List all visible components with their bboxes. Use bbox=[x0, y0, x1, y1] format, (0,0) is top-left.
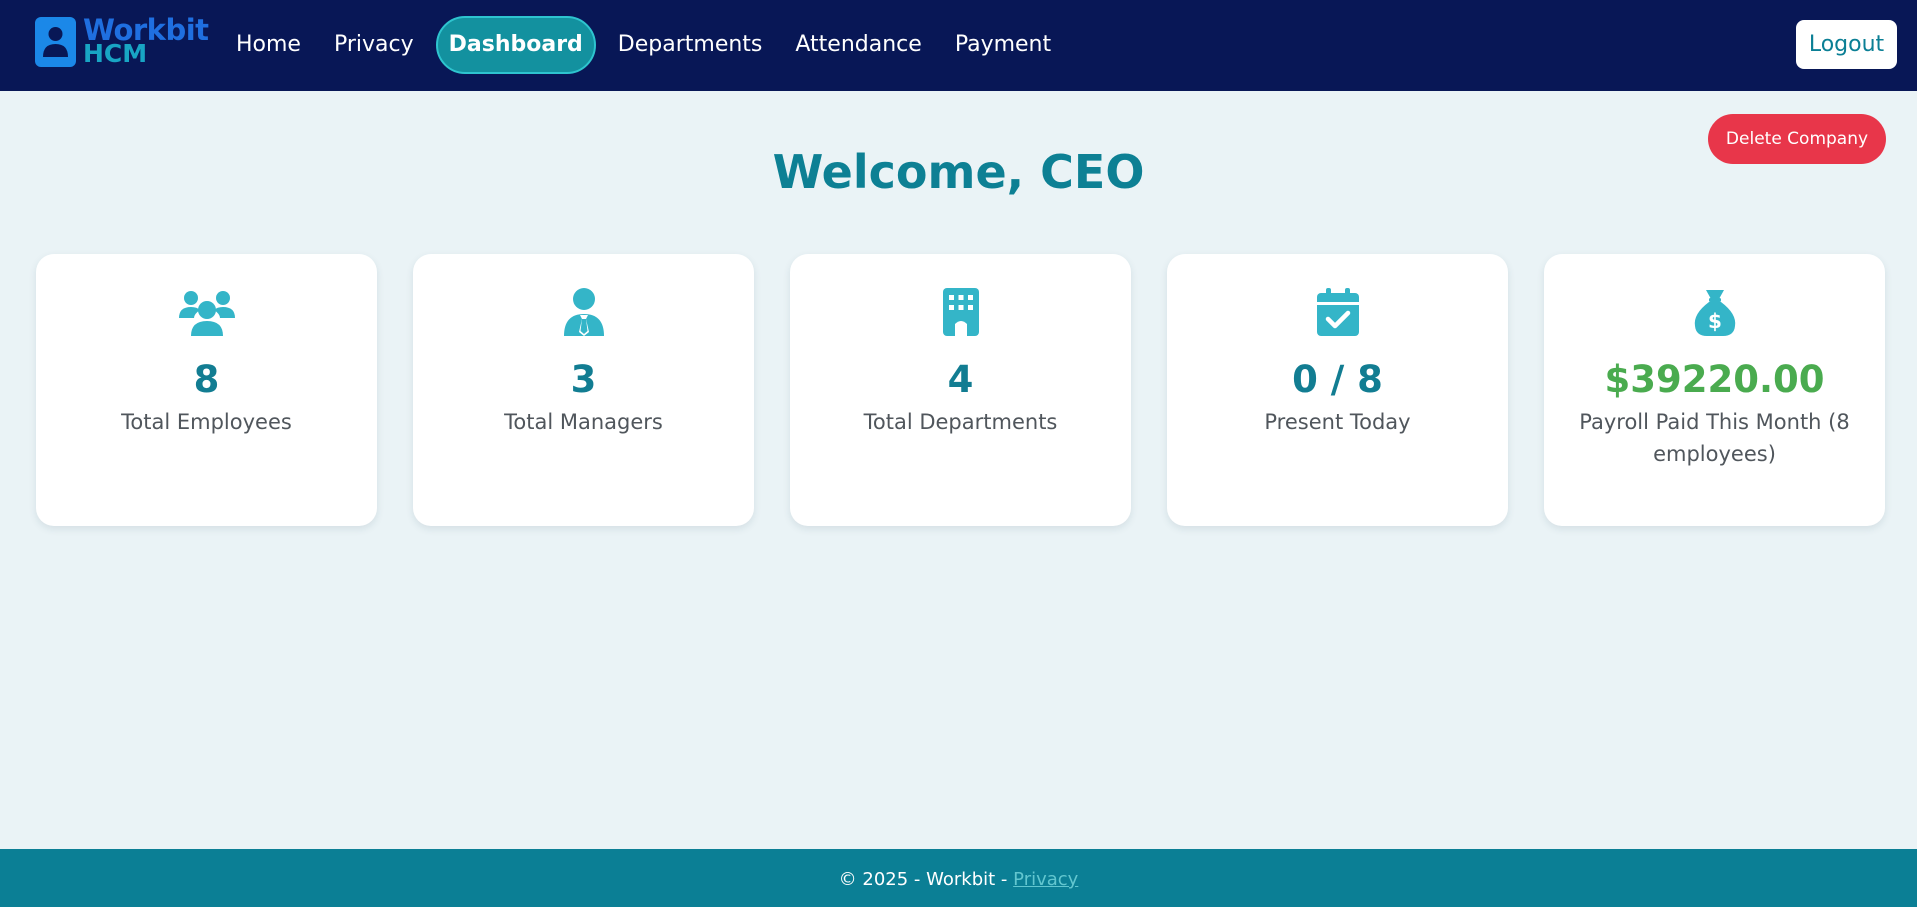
calendar-check-icon bbox=[1167, 288, 1508, 336]
brand-logo-link[interactable]: Workbit HCM bbox=[35, 16, 209, 68]
stat-label: Payroll Paid This Month (8 employees) bbox=[1579, 410, 1850, 466]
brand-name-line2: HCM bbox=[83, 39, 148, 68]
nav-attendance[interactable]: Attendance bbox=[784, 16, 932, 74]
nav-home[interactable]: Home bbox=[225, 16, 312, 74]
logout-button[interactable]: Logout bbox=[1796, 20, 1897, 69]
top-navbar: Workbit HCM Home Privacy Dashboard Depar… bbox=[0, 0, 1917, 91]
footer-copyright: © 2025 - Workbit - bbox=[838, 869, 1014, 890]
stat-value: 8 bbox=[193, 358, 220, 401]
stat-label: Total Departments bbox=[863, 410, 1058, 434]
nav-payment[interactable]: Payment bbox=[944, 16, 1062, 74]
stat-card-employees: 8 Total Employees bbox=[36, 254, 377, 526]
nav-privacy[interactable]: Privacy bbox=[323, 16, 425, 74]
main-nav: Home Privacy Dashboard Departments Atten… bbox=[225, 15, 1073, 75]
user-tie-icon bbox=[413, 288, 754, 336]
stat-card-present-today: 0 / 8 Present Today bbox=[1167, 254, 1508, 526]
stat-value: 4 bbox=[947, 358, 974, 401]
building-icon bbox=[790, 288, 1131, 336]
footer-privacy-link[interactable]: Privacy bbox=[1013, 869, 1078, 890]
stat-card-managers: 3 Total Managers bbox=[413, 254, 754, 526]
nav-departments[interactable]: Departments bbox=[607, 16, 774, 74]
page-title: Welcome, CEO bbox=[772, 145, 1145, 199]
money-bag-icon: $ bbox=[1544, 288, 1885, 336]
stat-value: 3 bbox=[570, 358, 597, 401]
page-footer: © 2025 - Workbit - Privacy bbox=[0, 849, 1917, 907]
stat-label: Present Today bbox=[1264, 410, 1411, 434]
stat-value: $39220.00 bbox=[1604, 358, 1825, 401]
stat-card-payroll: $ $39220.00 Payroll Paid This Month (8 e… bbox=[1544, 254, 1885, 526]
brand-name: Workbit HCM bbox=[83, 16, 209, 68]
svg-text:$: $ bbox=[1708, 309, 1722, 333]
nav-dashboard[interactable]: Dashboard bbox=[435, 16, 596, 74]
users-icon bbox=[36, 288, 377, 336]
user-badge-icon bbox=[35, 17, 76, 67]
stat-value: 0 / 8 bbox=[1292, 358, 1383, 401]
stat-label: Total Employees bbox=[121, 410, 292, 434]
stat-label: Total Managers bbox=[504, 410, 663, 434]
stat-card-departments: 4 Total Departments bbox=[790, 254, 1131, 526]
